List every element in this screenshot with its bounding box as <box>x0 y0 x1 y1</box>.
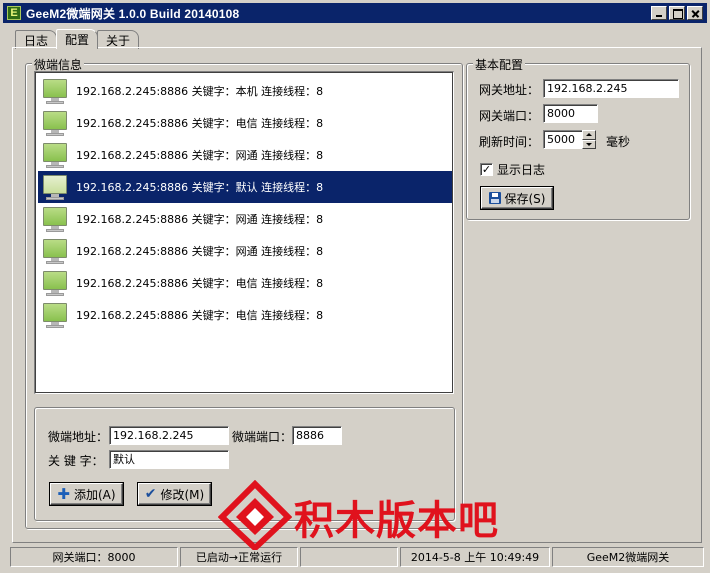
list-item-text: 192.168.2.245:8886 关键字：本机 连接线程：8 <box>76 85 324 98</box>
app-logo-icon[interactable]: E <box>7 6 21 20</box>
list-item[interactable]: 192.168.2.245:8886 关键字：本机 连接线程：8 <box>38 75 452 107</box>
spin-up-button[interactable] <box>582 130 596 140</box>
client-address-label: 微端地址： <box>48 430 109 444</box>
checkmark-icon: ✔ <box>144 486 157 502</box>
basic-config-group-label: 基本配置 <box>473 56 526 73</box>
list-item[interactable]: 192.168.2.245:8886 关键字：电信 连接线程：8 <box>38 267 452 299</box>
status-app-name: GeeM2微端网关 <box>552 547 704 567</box>
list-item-text: 192.168.2.245:8886 关键字：默认 连接线程：8 <box>76 181 324 194</box>
maximize-button[interactable] <box>669 6 685 20</box>
tab-log-label: 日志 <box>24 33 49 48</box>
list-item-text: 192.168.2.245:8886 关键字：电信 连接线程：8 <box>76 277 324 290</box>
window-controls <box>649 6 703 20</box>
app-window: E GeeM2微端网关 1.0.0 Build 20140108 日志 配置 关… <box>0 0 710 573</box>
list-item[interactable]: 192.168.2.245:8886 关键字：网通 连接线程：8 <box>38 139 452 171</box>
keyword-label: 关 键 字： <box>48 454 104 468</box>
refresh-time-input[interactable]: 5000 <box>543 130 583 149</box>
status-bar: 网关端口：8000 已启动→正常运行 2014-5-8 上午 10:49:49 … <box>10 547 704 567</box>
plus-icon: ✚ <box>57 485 70 503</box>
monitor-icon <box>42 142 68 168</box>
gateway-address-input[interactable]: 192.168.2.245 <box>543 79 679 98</box>
client-address-input[interactable]: 192.168.2.245 <box>109 426 229 445</box>
monitor-icon <box>42 270 68 296</box>
add-button-label: 添加(A) <box>74 487 116 502</box>
status-empty-panel <box>300 547 398 567</box>
save-button[interactable]: 保存(S) <box>480 186 554 210</box>
gateway-address-label: 网关地址： <box>479 83 540 97</box>
list-item-text: 192.168.2.245:8886 关键字：网通 连接线程：8 <box>76 149 324 162</box>
monitor-icon <box>42 238 68 264</box>
client-port-label: 微端端口： <box>232 430 293 444</box>
close-button[interactable] <box>687 6 703 20</box>
window-title: GeeM2微端网关 1.0.0 Build 20140108 <box>26 6 240 21</box>
edit-button-label: 修改(M) <box>160 487 205 502</box>
list-item[interactable]: 192.168.2.245:8886 关键字：电信 连接线程：8 <box>38 299 452 331</box>
tab-strip: 日志 配置 关于 <box>15 29 140 49</box>
list-item[interactable]: 192.168.2.245:8886 关键字：网通 连接线程：8 <box>38 235 452 267</box>
tab-config-label: 配置 <box>65 33 90 47</box>
status-gateway-port: 网关端口：8000 <box>10 547 178 567</box>
refresh-time-label: 刷新时间： <box>479 135 540 149</box>
add-button[interactable]: ✚ 添加(A) <box>49 482 124 506</box>
monitor-icon <box>42 206 68 232</box>
list-item-selected[interactable]: 192.168.2.245:8886 关键字：默认 连接线程：8 <box>38 171 452 203</box>
list-item-text: 192.168.2.245:8886 关键字：网通 连接线程：8 <box>76 245 324 258</box>
show-log-checkbox[interactable]: ✓ <box>480 163 493 176</box>
list-item[interactable]: 192.168.2.245:8886 关键字：网通 连接线程：8 <box>38 203 452 235</box>
save-button-label: 保存(S) <box>504 191 546 206</box>
client-port-input[interactable]: 8886 <box>292 426 342 445</box>
client-list[interactable]: 192.168.2.245:8886 关键字：本机 连接线程：8 192.168… <box>34 71 454 394</box>
tab-config[interactable]: 配置 <box>56 29 99 49</box>
minimize-button[interactable] <box>651 6 667 20</box>
edit-button[interactable]: ✔ 修改(M) <box>137 482 212 506</box>
status-datetime: 2014-5-8 上午 10:49:49 <box>400 547 550 567</box>
keyword-input[interactable]: 默认 <box>109 450 229 469</box>
monitor-icon <box>42 302 68 328</box>
gateway-port-label: 网关端口： <box>479 109 540 123</box>
tab-about-label: 关于 <box>106 33 131 48</box>
gateway-port-input[interactable]: 8000 <box>543 104 598 123</box>
status-running-state: 已启动→正常运行 <box>180 547 298 567</box>
title-bar[interactable]: E GeeM2微端网关 1.0.0 Build 20140108 <box>3 3 707 23</box>
monitor-icon <box>42 78 68 104</box>
list-item-text: 192.168.2.245:8886 关键字：网通 连接线程：8 <box>76 213 324 226</box>
list-item-text: 192.168.2.245:8886 关键字：电信 连接线程：8 <box>76 309 324 322</box>
list-item-text: 192.168.2.245:8886 关键字：电信 连接线程：8 <box>76 117 324 130</box>
refresh-unit-label: 毫秒 <box>606 135 631 149</box>
list-item[interactable]: 192.168.2.245:8886 关键字：电信 连接线程：8 <box>38 107 452 139</box>
refresh-time-spinner <box>582 130 596 149</box>
spin-down-button[interactable] <box>582 139 596 149</box>
floppy-disk-icon <box>488 192 501 204</box>
monitor-icon <box>42 110 68 136</box>
show-log-label: 显示日志 <box>497 163 546 177</box>
monitor-icon <box>42 174 68 200</box>
